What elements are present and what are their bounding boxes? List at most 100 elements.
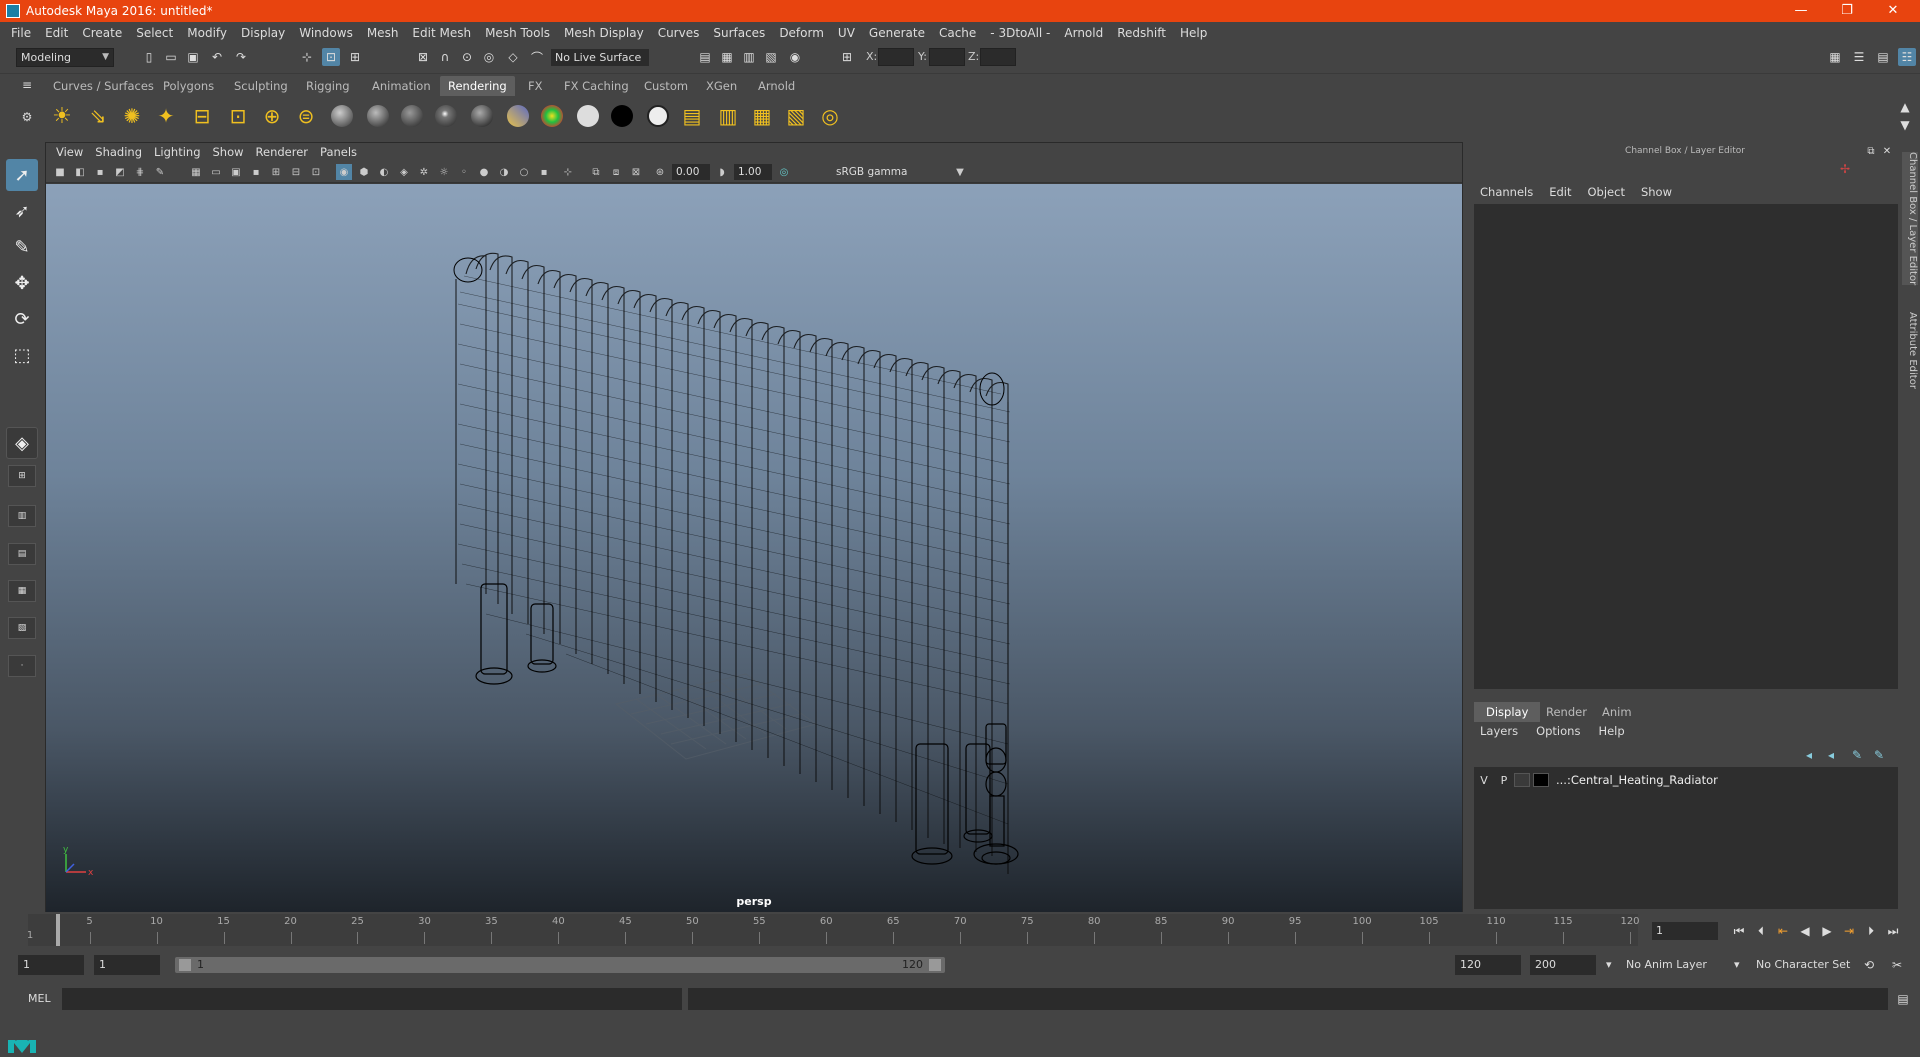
layer-color-swatch[interactable] [1533,773,1549,787]
paint-select-tool-icon[interactable]: ✎ [6,231,38,263]
exposure-field[interactable]: 0.00 [672,164,710,180]
cb-menu-show[interactable]: Show [1641,185,1688,199]
rotate-tool-icon[interactable]: ⟳ [6,303,38,335]
hypershade-icon[interactable]: ◉ [786,48,804,66]
new-layer-icon[interactable]: ✎ [1848,746,1866,764]
shelf-tab-fx[interactable]: FX [520,76,551,96]
menu-arnold[interactable]: Arnold [1057,26,1110,40]
play-forward-icon[interactable]: ▶ [1818,922,1836,940]
wireframe-on-shaded-icon[interactable]: ◐ [376,164,392,180]
snap-point-icon[interactable]: ⊙ [458,48,476,66]
shelf-tab-rendering[interactable]: Rendering [440,76,515,96]
vp-menu-show[interactable]: Show [207,145,250,159]
z-field[interactable] [980,48,1016,66]
menu-file[interactable]: File [4,26,38,40]
hypershade-layout-icon[interactable]: ▧ [8,617,36,639]
menu-redshift[interactable]: Redshift [1110,26,1173,40]
shelf-tab-curves-surfaces[interactable]: Curves / Surfaces [45,76,162,96]
black-material-icon[interactable] [606,100,638,132]
menu-curves[interactable]: Curves [651,26,707,40]
render-sequence-icon[interactable]: ▦ [746,100,778,132]
spot-light-icon[interactable]: ✦ [150,100,182,132]
side-tab-channel-box[interactable]: Channel Box / Layer Editor [1902,152,1918,286]
select-component-icon[interactable]: ⊞ [346,48,364,66]
menu-3dtoall[interactable]: - 3DtoAll - [983,26,1057,40]
new-scene-icon[interactable]: ▯ [140,48,158,66]
character-set-chevron-icon[interactable]: ▾ [1734,955,1748,975]
transform-constraints-icon[interactable]: ⊞ [838,48,856,66]
move-tool-icon[interactable]: ✥ [6,267,38,299]
volume-light-icon[interactable]: ⊡ [222,100,254,132]
more-layouts-icon[interactable]: · [8,655,36,677]
range-bar[interactable]: 1 120 [175,957,945,973]
textured-icon[interactable]: ◈ [396,164,412,180]
menu-cache[interactable]: Cache [932,26,983,40]
menu-generate[interactable]: Generate [862,26,932,40]
step-back-frame-icon[interactable]: ⇤ [1774,922,1792,940]
render-settings-icon[interactable]: ▧ [762,48,780,66]
go-to-start-icon[interactable]: ⏮ [1730,922,1748,940]
menu-create[interactable]: Create [75,26,129,40]
layer-menu-help[interactable]: Help [1598,724,1642,738]
area-light-icon[interactable]: ⊟ [186,100,218,132]
render-view-icon[interactable]: ▤ [696,48,714,66]
camera-aim-icon[interactable]: ⊜ [290,100,322,132]
live-surface-field[interactable]: No Live Surface [551,49,649,66]
shelf-settings-icon[interactable]: ⚙ [18,108,36,126]
white-material-icon[interactable] [572,100,604,132]
menu-deform[interactable]: Deform [772,26,831,40]
screen-space-ao-icon[interactable]: ◦ [456,164,472,180]
shelf-menu-icon[interactable]: ≡ [18,76,36,94]
single-view-icon[interactable]: ◈ [6,427,38,459]
menu-edit-mesh[interactable]: Edit Mesh [405,26,478,40]
menu-select[interactable]: Select [129,26,180,40]
minimize-button[interactable]: — [1778,0,1824,22]
vp-menu-shading[interactable]: Shading [89,145,148,159]
layer-playback-toggle[interactable]: P [1494,774,1514,787]
layer-type-swatch[interactable] [1514,773,1530,787]
layer-menu-options[interactable]: Options [1536,724,1598,738]
phong-material-icon[interactable] [396,100,428,132]
directional-light-icon[interactable]: ⇘ [82,100,114,132]
side-tab-attribute-editor[interactable]: Attribute Editor [1902,312,1918,389]
move-layer-up-icon[interactable]: ◂ [1800,746,1818,764]
step-forward-key-icon[interactable]: ⏵ [1862,922,1880,940]
shadows-icon[interactable]: ☼ [436,164,452,180]
vp-menu-panels[interactable]: Panels [314,145,363,159]
lasso-tool-icon[interactable]: ➶ [6,195,38,227]
motion-blur-icon[interactable]: ● [476,164,492,180]
shelf-tab-rigging[interactable]: Rigging [298,76,358,96]
anisotropic-material-icon[interactable] [466,100,498,132]
shelf-tab-xgen[interactable]: XGen [698,76,745,96]
use-background-icon[interactable] [642,100,674,132]
auto-key-icon[interactable]: ⟲ [1860,956,1878,974]
layer-menu-layers[interactable]: Layers [1480,724,1536,738]
restore-button[interactable]: ❐ [1824,0,1870,22]
four-view-layout-icon[interactable]: ⊞ [8,465,36,487]
graph-layout-icon[interactable]: ▦ [8,580,36,602]
ramp-shader-icon[interactable] [502,100,534,132]
gamma-icon[interactable]: ◗ [714,164,730,180]
new-layer-selected-icon[interactable]: ✎ [1870,746,1888,764]
save-scene-icon[interactable]: ▣ [184,48,202,66]
select-hierarchy-icon[interactable]: ⊹ [298,48,316,66]
two-view-layout-icon[interactable]: ▥ [8,505,36,527]
ipr-render-icon[interactable]: ▥ [740,48,758,66]
attribute-editor-toggle-icon[interactable]: ☰ [1850,48,1868,66]
frame-all-icon[interactable]: ⊠ [628,164,644,180]
undo-icon[interactable]: ↶ [208,48,226,66]
step-forward-frame-icon[interactable]: ⇥ [1840,922,1858,940]
step-back-key-icon[interactable]: ⏴ [1752,922,1770,940]
time-slider-track[interactable]: 1 5 10 15 20 25 30 35 40 45 50 55 60 65 70 75 80 85 90 95 1… [27,914,1640,946]
render-frame-icon[interactable]: ▦ [718,48,736,66]
menu-surfaces[interactable]: Surfaces [706,26,772,40]
scroll-down-icon[interactable]: ▼ [1896,116,1914,134]
cb-menu-edit[interactable]: Edit [1549,185,1587,199]
menu-modify[interactable]: Modify [180,26,234,40]
x-field[interactable] [878,48,914,66]
xray-joints-icon[interactable]: ⊹ [560,164,576,180]
camera-attributes-icon[interactable]: ◧ [72,164,88,180]
shelf-tab-sculpting[interactable]: Sculpting [226,76,296,96]
point-light-icon[interactable]: ✺ [116,100,148,132]
menu-display[interactable]: Display [234,26,292,40]
